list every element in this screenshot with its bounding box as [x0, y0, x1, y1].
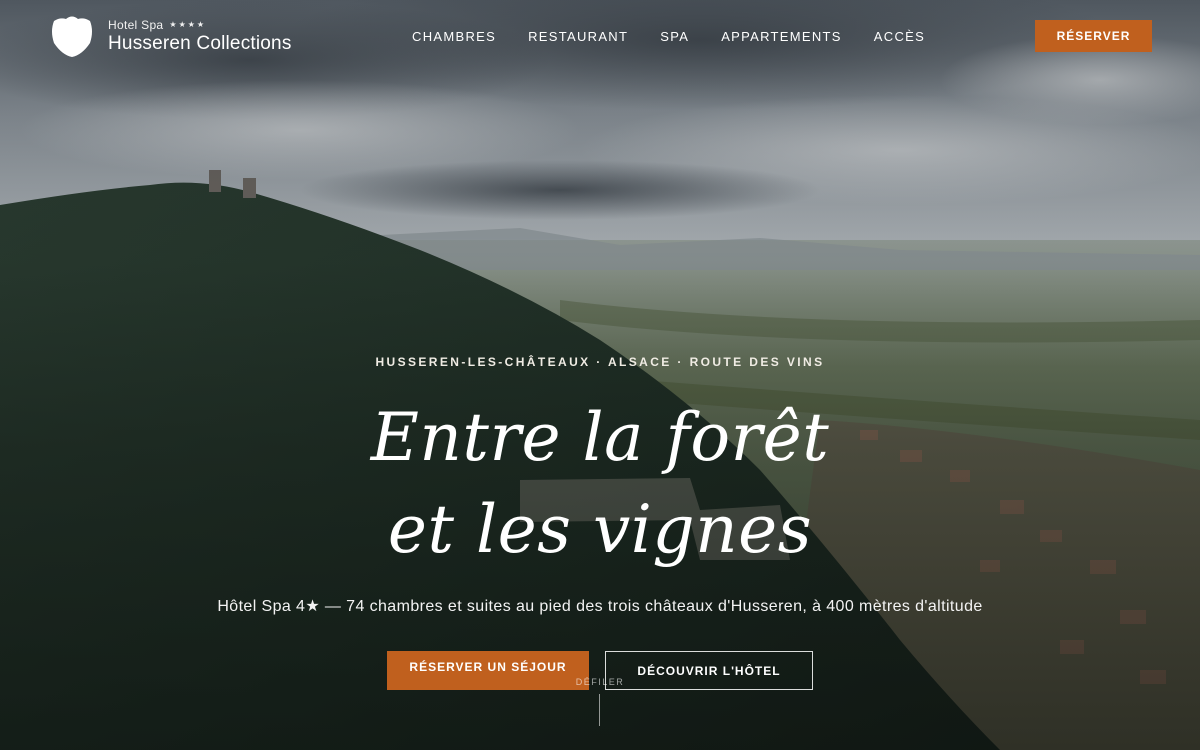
hero-title-line2: et les vignes: [387, 491, 813, 568]
brand-logo[interactable]: Hotel Spa ★★★★ Husseren Collections: [48, 13, 292, 59]
hero-title-line1: Entre la forêt: [370, 399, 830, 476]
hero-title: Entre la forêt et les vignes: [0, 392, 1200, 576]
hero-eyebrow: HUSSEREN-LES-CHÂTEAUX · ALSACE · ROUTE D…: [375, 355, 825, 369]
book-stay-button[interactable]: RÉSERVER UN SÉJOUR: [387, 651, 589, 690]
brand-stars: ★★★★: [169, 20, 207, 29]
nav-item-chambres[interactable]: CHAMBRES: [412, 29, 496, 44]
nav-item-spa[interactable]: SPA: [660, 29, 689, 44]
nav-item-restaurant[interactable]: RESTAURANT: [528, 29, 628, 44]
hero-subtitle: Hôtel Spa 4★ — 74 chambres et suites au …: [217, 598, 983, 615]
brand-line1: Hotel Spa: [108, 18, 164, 32]
scroll-indicator-label[interactable]: DÉFILER: [560, 677, 640, 687]
hero-section: [0, 0, 1200, 750]
shield-crest-icon: [52, 16, 92, 57]
site-header: Hotel Spa ★★★★ Husseren Collections CHAM…: [0, 0, 1200, 76]
brand-text: Hotel Spa ★★★★ Husseren Collections: [108, 19, 292, 53]
scroll-indicator-line: [599, 694, 600, 726]
nav-item-acces[interactable]: ACCÈS: [874, 29, 925, 44]
reserve-button[interactable]: RÉSERVER: [1035, 20, 1152, 52]
hero-overlay: [0, 0, 1200, 750]
main-nav: CHAMBRES RESTAURANT SPA APPARTEMENTS ACC…: [412, 29, 925, 44]
brand-tagline: Hotel Spa ★★★★: [108, 19, 292, 31]
nav-item-appartements[interactable]: APPARTEMENTS: [721, 29, 842, 44]
brand-name: Husseren Collections: [108, 33, 292, 54]
